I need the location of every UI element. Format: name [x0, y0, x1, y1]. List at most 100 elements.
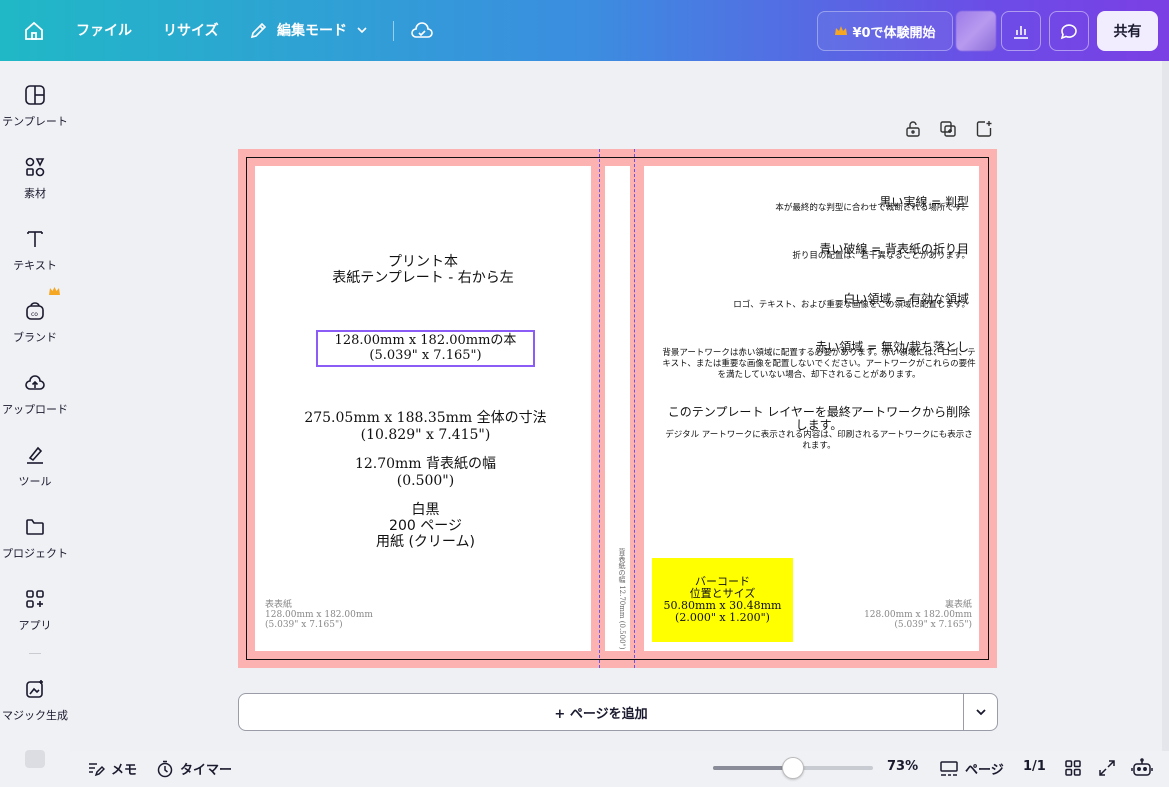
front-corner-title: 表表紙	[265, 600, 293, 610]
sidebar-item-tools[interactable]: ツール	[0, 443, 70, 489]
full-size-text: 275.05mm x 188.35mm 全体の寸法 (10.829" x 7.4…	[255, 410, 596, 444]
tools-icon	[23, 443, 47, 467]
file-menu[interactable]: ファイル	[76, 20, 132, 40]
bottom-bar	[70, 751, 1169, 787]
sidebar-toggle[interactable]	[25, 750, 45, 768]
notes-label: メモ	[111, 763, 138, 778]
book-size-line2: (5.039" x 7.165")	[369, 348, 482, 363]
ink-line: 白黒	[411, 502, 440, 518]
zoom-percent[interactable]: 73%	[887, 759, 918, 774]
edit-mode-menu[interactable]: 編集モード	[249, 20, 369, 40]
template-icon	[23, 83, 47, 107]
full-size-line1: 275.05mm x 188.35mm 全体の寸法	[304, 410, 547, 426]
front-corner-mm: 128.00mm x 182.00mm	[265, 610, 373, 620]
zoom-slider-handle[interactable]	[782, 757, 804, 779]
notes-button[interactable]: メモ	[87, 759, 137, 778]
note-safe-body: ロゴ、テキスト、および重要な画像をこの領域に配置します。	[733, 300, 970, 310]
folder-icon	[23, 515, 47, 539]
pages-icon	[940, 760, 958, 776]
text-icon	[23, 227, 47, 251]
upload-icon	[23, 371, 47, 395]
sidebar-item-label: テキスト	[13, 259, 57, 272]
sidebar-item-text[interactable]: テキスト	[0, 227, 70, 273]
add-page-icon[interactable]	[975, 120, 993, 138]
grid-view-icon[interactable]	[1064, 759, 1082, 781]
top-bar: ファイル リサイズ 編集モード ¥0で体験開始 共有	[0, 0, 1169, 61]
page-counter[interactable]: 1/1	[1023, 759, 1046, 774]
sidebar-divider	[29, 653, 41, 654]
free-trial-button[interactable]: ¥0で体験開始	[817, 11, 953, 51]
sidebar-item-label: マジック生成	[2, 709, 68, 722]
share-button[interactable]: 共有	[1097, 11, 1158, 51]
pages-line: 200 ページ	[389, 518, 462, 534]
home-icon[interactable]	[22, 19, 46, 43]
cloud-saved-icon[interactable]	[409, 19, 435, 47]
book-size-text[interactable]: 128.00mm x 182.00mmの本 (5.039" x 7.165")	[316, 333, 535, 363]
front-title: プリント本 表紙テンプレート - 右から左	[255, 254, 591, 286]
sidebar-item-projects[interactable]: プロジェクト	[0, 515, 70, 561]
sidebar-item-label: テンプレート	[2, 115, 68, 128]
pencil-icon	[250, 22, 267, 39]
note-bleed-body: 背景アートワークは赤い領域に配置する必要があります。赤い領域には、ロゴ、テキスト…	[662, 348, 976, 380]
sidebar-item-brand[interactable]: co ブランド	[0, 299, 70, 345]
zoom-label: 73%	[887, 759, 919, 774]
front-cover-safe-area	[255, 166, 591, 651]
fullscreen-icon[interactable]	[1098, 759, 1116, 781]
sidebar-item-elements[interactable]: 素材	[0, 155, 70, 201]
spine-fold-guide-left	[599, 149, 600, 668]
add-page-button[interactable]: + ページを追加	[238, 693, 964, 731]
page-count: 1/1	[1023, 759, 1046, 774]
assistant-bot-icon[interactable]	[1131, 757, 1153, 783]
sidebar-item-label: アップロード	[2, 403, 68, 416]
sidebar-item-templates[interactable]: テンプレート	[0, 83, 70, 129]
front-corner-in: (5.039" x 7.165")	[265, 620, 343, 630]
timer-icon	[157, 760, 173, 777]
sidebar-item-magic[interactable]: マジック生成	[0, 677, 70, 723]
spine-width-text: 12.70mm 背表紙の幅 (0.500")	[255, 456, 596, 490]
add-page-options-button[interactable]	[963, 693, 998, 731]
bar-chart-icon	[1014, 26, 1028, 39]
book-size-line1: 128.00mm x 182.00mmの本	[334, 333, 517, 348]
toolbar-divider	[393, 21, 394, 41]
crown-icon	[835, 26, 848, 35]
sidebar-item-uploads[interactable]: アップロード	[0, 371, 70, 417]
edit-mode-label: 編集モード	[277, 23, 347, 39]
magic-icon	[23, 677, 47, 701]
insights-button[interactable]	[1001, 11, 1041, 51]
barcode-line4: (2.000" x 1.200")	[675, 611, 770, 624]
brand-icon: co	[23, 299, 47, 323]
elements-icon	[23, 155, 47, 179]
back-corner-label: 裏表紙 128.00mm x 182.00mm (5.039" x 7.165"…	[860, 600, 972, 630]
pages-button[interactable]: ページ	[939, 759, 1004, 778]
back-corner-in: (5.039" x 7.165")	[894, 620, 972, 630]
front-corner-label: 表表紙 128.00mm x 182.00mm (5.039" x 7.165"…	[265, 600, 373, 630]
back-corner-title: 裏表紙	[944, 600, 972, 610]
free-trial-label: ¥0で体験開始	[852, 25, 936, 41]
scrollbar[interactable]	[1162, 61, 1169, 751]
apps-icon	[23, 587, 47, 611]
svg-text:co: co	[31, 311, 38, 318]
front-title-line1: プリント本	[388, 254, 458, 270]
pages-label: ページ	[965, 763, 1004, 778]
duplicate-icon[interactable]	[939, 120, 957, 138]
sidebar-item-label: ツール	[18, 475, 52, 488]
comments-button[interactable]	[1049, 11, 1089, 51]
sidebar-item-label: プロジェクト	[2, 547, 68, 560]
crown-icon	[49, 287, 60, 295]
spine-fold-guide-right	[634, 149, 635, 668]
spine-width-line2: (0.500")	[396, 473, 455, 489]
note-remove-body: デジタル アートワークに表示される内容は、印刷されるアートワークにも表示されます…	[665, 430, 973, 451]
spine-text: 背表紙の幅 12.70mm (0.500")	[618, 548, 626, 650]
back-corner-mm: 128.00mm x 182.00mm	[864, 610, 972, 620]
full-size-line2: (10.829" x 7.415")	[360, 427, 491, 443]
sidebar-item-label: 素材	[24, 187, 46, 200]
lock-icon[interactable]	[904, 120, 922, 138]
sidebar-item-apps[interactable]: アプリ	[0, 587, 70, 633]
notes-icon	[89, 762, 105, 776]
resize-menu[interactable]: リサイズ	[163, 20, 219, 40]
note-trim-body: 本が最終的な判型に合わせて裁断される場所です。	[775, 203, 970, 213]
avatar[interactable]	[956, 11, 996, 51]
zoom-slider-fill	[713, 766, 793, 770]
timer-button[interactable]: タイマー	[156, 759, 232, 778]
barcode-area[interactable]: バーコード 位置とサイズ 50.80mm x 30.48mm (2.000" x…	[652, 558, 793, 642]
